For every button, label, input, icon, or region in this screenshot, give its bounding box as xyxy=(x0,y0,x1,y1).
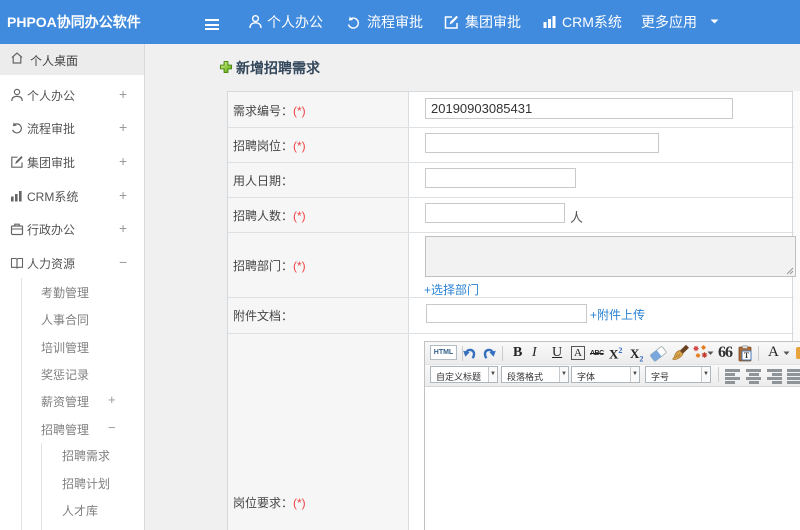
svg-text:T: T xyxy=(744,351,750,360)
